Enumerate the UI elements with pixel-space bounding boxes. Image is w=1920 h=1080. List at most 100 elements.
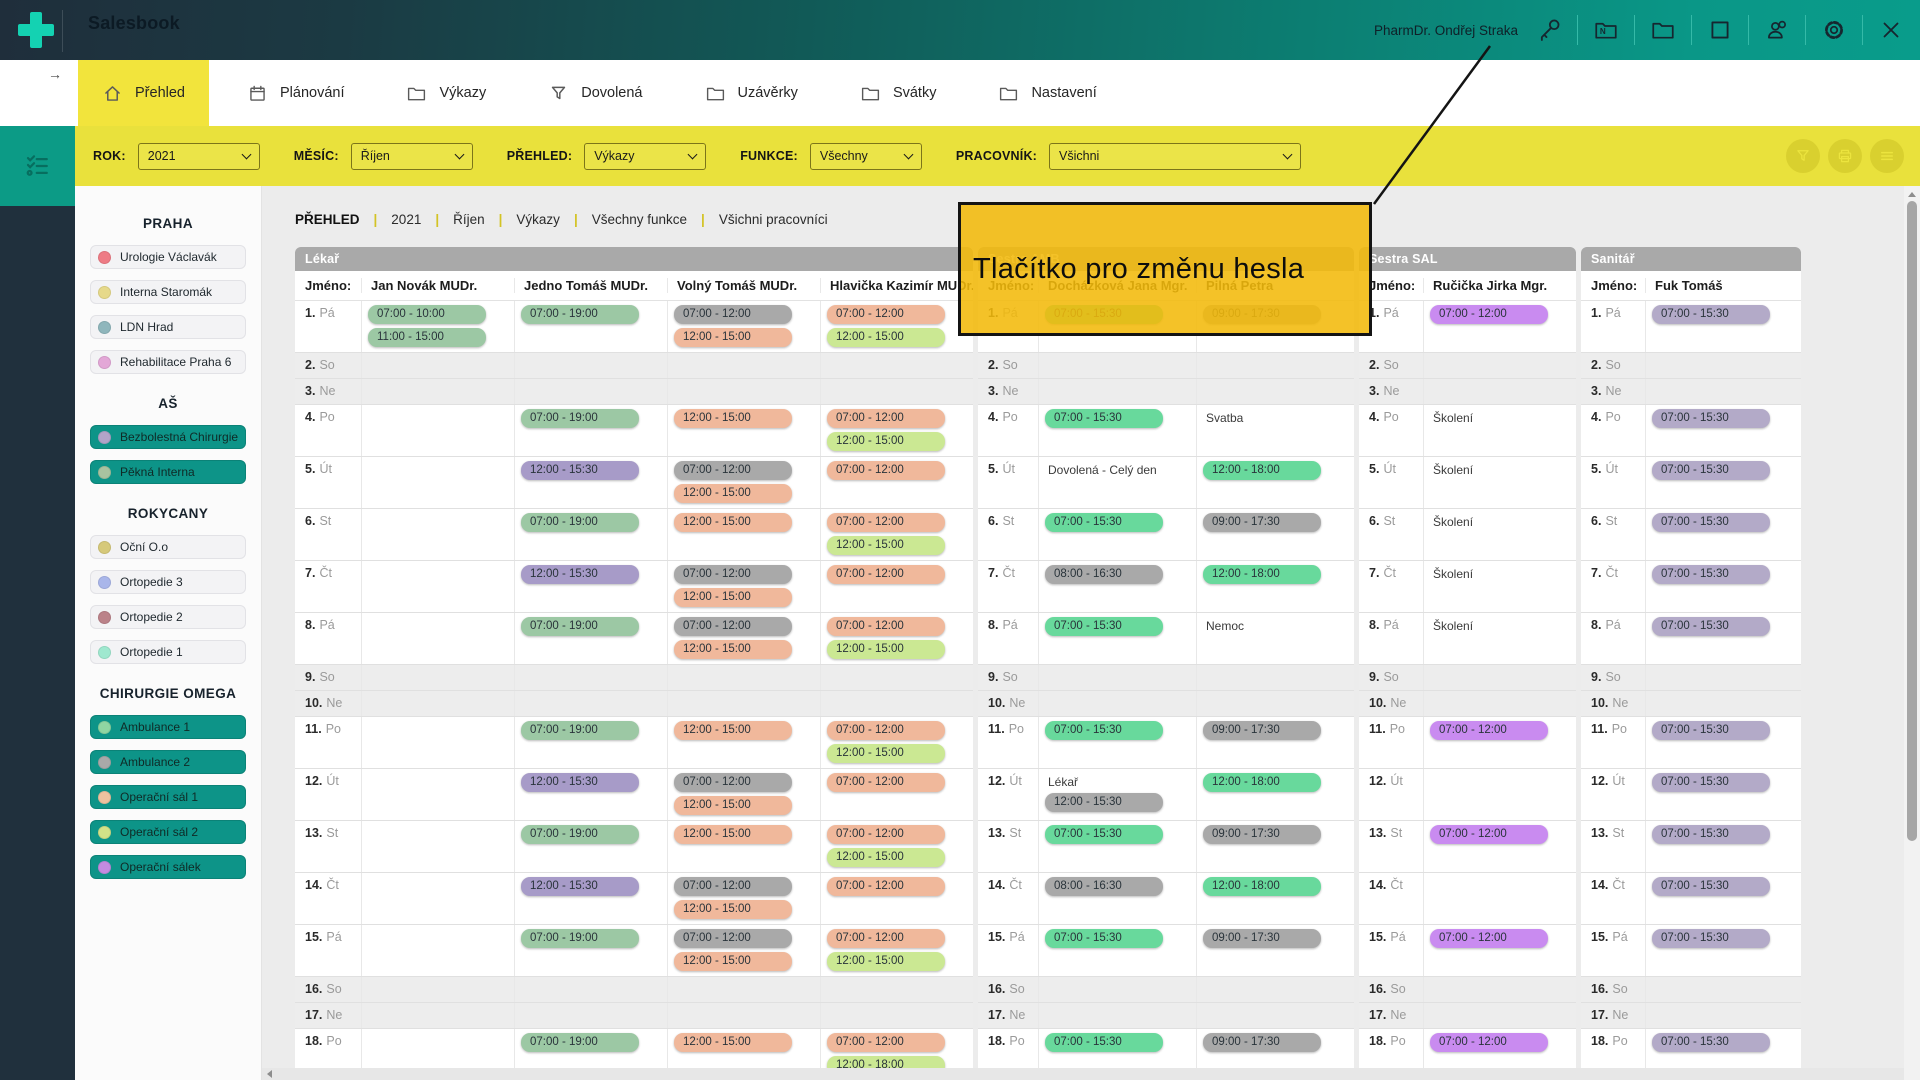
- shift-cell[interactable]: 07:00 - 15:30: [1645, 405, 1801, 456]
- scroll-left-icon[interactable]: [267, 1070, 272, 1078]
- filter-prehled-select[interactable]: Výkazy: [584, 143, 706, 170]
- shift-chip[interactable]: 12:00 - 15:30: [521, 565, 639, 584]
- shift-chip[interactable]: 07:00 - 15:30: [1652, 409, 1770, 428]
- shift-chip[interactable]: 07:00 - 15:30: [1045, 513, 1163, 532]
- shift-chip[interactable]: 12:00 - 18:00: [1203, 461, 1321, 480]
- key-icon[interactable]: [1534, 15, 1564, 45]
- shift-cell[interactable]: 07:00 - 12:0012:00 - 15:00: [667, 925, 820, 976]
- shift-cell[interactable]: [1645, 379, 1801, 404]
- shift-cell[interactable]: [361, 769, 514, 820]
- sidebar-item[interactable]: Ortopedie 2: [90, 605, 246, 629]
- sidebar-item[interactable]: Ambulance 2: [90, 750, 246, 774]
- shift-cell[interactable]: [820, 353, 973, 378]
- shift-chip[interactable]: 12:00 - 15:30: [1045, 793, 1163, 812]
- scroll-up-icon[interactable]: [1908, 192, 1916, 197]
- shift-cell[interactable]: 09:00 - 17:30: [1196, 925, 1354, 976]
- shift-chip[interactable]: 12:00 - 18:00: [1203, 877, 1321, 896]
- shift-cell[interactable]: 07:00 - 15:30: [1645, 769, 1801, 820]
- shift-cell[interactable]: [1423, 379, 1576, 404]
- shift-cell[interactable]: 12:00 - 15:30: [514, 457, 667, 508]
- shift-cell[interactable]: [1645, 691, 1801, 716]
- sidebar-toggle[interactable]: [0, 126, 75, 206]
- shift-chip[interactable]: 07:00 - 12:00: [827, 773, 945, 792]
- shift-cell[interactable]: Nemoc: [1196, 613, 1354, 664]
- shift-chip[interactable]: 09:00 - 17:30: [1203, 825, 1321, 844]
- shift-chip[interactable]: 07:00 - 19:00: [521, 409, 639, 428]
- shift-chip[interactable]: 08:00 - 16:30: [1045, 877, 1163, 896]
- shift-chip[interactable]: 12:00 - 15:00: [827, 536, 945, 555]
- shift-chip[interactable]: 07:00 - 10:00: [368, 305, 486, 324]
- shift-chip[interactable]: 07:00 - 15:30: [1652, 305, 1770, 324]
- breadcrumb-item[interactable]: Všichni pracovníci: [719, 212, 828, 227]
- shift-cell[interactable]: 12:00 - 18:00: [1196, 873, 1354, 924]
- shift-chip[interactable]: 07:00 - 19:00: [521, 513, 639, 532]
- shift-cell[interactable]: [1196, 1003, 1354, 1028]
- shift-cell[interactable]: [1038, 1003, 1196, 1028]
- shift-cell[interactable]: Dovolená - Celý den: [1038, 457, 1196, 508]
- shift-chip[interactable]: 07:00 - 15:30: [1045, 1033, 1163, 1052]
- shift-cell[interactable]: 07:00 - 15:30: [1038, 509, 1196, 560]
- shift-cell[interactable]: 08:00 - 16:30: [1038, 873, 1196, 924]
- sidebar-item[interactable]: Ambulance 1: [90, 715, 246, 739]
- shift-cell[interactable]: [1038, 379, 1196, 404]
- shift-cell[interactable]: [1038, 665, 1196, 690]
- print-button[interactable]: [1828, 139, 1862, 173]
- shift-cell[interactable]: 08:00 - 16:30: [1038, 561, 1196, 612]
- horizontal-scrollbar[interactable]: [262, 1068, 1904, 1080]
- shift-chip[interactable]: 07:00 - 12:00: [674, 305, 792, 324]
- shift-chip[interactable]: 07:00 - 12:00: [827, 461, 945, 480]
- shift-cell[interactable]: [514, 665, 667, 690]
- shift-cell[interactable]: [1196, 691, 1354, 716]
- shift-cell[interactable]: [1423, 769, 1576, 820]
- shift-chip[interactable]: 12:00 - 15:00: [674, 900, 792, 919]
- shift-cell[interactable]: 07:00 - 12:00: [1423, 301, 1576, 352]
- shift-chip[interactable]: 07:00 - 15:30: [1652, 773, 1770, 792]
- close-icon[interactable]: [1876, 15, 1906, 45]
- shift-chip[interactable]: 12:00 - 15:00: [827, 744, 945, 763]
- shift-chip[interactable]: 07:00 - 12:00: [827, 877, 945, 896]
- shift-cell[interactable]: 12:00 - 15:30: [514, 873, 667, 924]
- shift-cell[interactable]: [1645, 665, 1801, 690]
- shift-cell[interactable]: 12:00 - 15:30: [514, 561, 667, 612]
- shift-cell[interactable]: 12:00 - 15:00: [667, 717, 820, 768]
- shift-chip[interactable]: 07:00 - 15:30: [1045, 617, 1163, 636]
- shift-cell[interactable]: [1645, 1003, 1801, 1028]
- shift-cell[interactable]: 12:00 - 15:00: [667, 509, 820, 560]
- shift-chip[interactable]: 07:00 - 19:00: [521, 825, 639, 844]
- shift-cell[interactable]: 07:00 - 15:30: [1038, 405, 1196, 456]
- shift-cell[interactable]: [1196, 977, 1354, 1002]
- shift-chip[interactable]: 07:00 - 19:00: [521, 617, 639, 636]
- shift-cell[interactable]: 07:00 - 12:0012:00 - 15:00: [820, 301, 973, 352]
- shift-cell[interactable]: 07:00 - 12:00: [820, 457, 973, 508]
- shift-cell[interactable]: 09:00 - 17:30: [1196, 717, 1354, 768]
- shift-chip[interactable]: 12:00 - 15:00: [674, 588, 792, 607]
- shift-cell[interactable]: [1196, 379, 1354, 404]
- shift-cell[interactable]: 07:00 - 15:30: [1645, 509, 1801, 560]
- shift-cell[interactable]: 07:00 - 19:00: [514, 509, 667, 560]
- shift-cell[interactable]: Lékař12:00 - 15:30: [1038, 769, 1196, 820]
- shift-chip[interactable]: 12:00 - 15:00: [674, 409, 792, 428]
- shift-cell[interactable]: 07:00 - 15:30: [1038, 717, 1196, 768]
- user-search-icon[interactable]: [1762, 15, 1792, 45]
- shift-cell[interactable]: 07:00 - 12:0012:00 - 15:00: [667, 873, 820, 924]
- shift-chip[interactable]: 09:00 - 17:30: [1203, 929, 1321, 948]
- shift-cell[interactable]: 07:00 - 12:0012:00 - 15:00: [667, 301, 820, 352]
- shift-chip[interactable]: 08:00 - 16:30: [1045, 565, 1163, 584]
- sidebar-item[interactable]: Ortopedie 3: [90, 570, 246, 594]
- shift-chip[interactable]: 07:00 - 15:30: [1045, 721, 1163, 740]
- sidebar-item[interactable]: Pěkná Interna: [90, 460, 246, 484]
- shift-cell[interactable]: [361, 717, 514, 768]
- shift-chip[interactable]: 07:00 - 15:30: [1045, 409, 1163, 428]
- shift-chip[interactable]: 07:00 - 15:30: [1652, 929, 1770, 948]
- shift-chip[interactable]: 12:00 - 15:00: [827, 640, 945, 659]
- shift-chip[interactable]: 07:00 - 15:30: [1652, 721, 1770, 740]
- shift-chip[interactable]: 07:00 - 12:00: [827, 721, 945, 740]
- shift-cell[interactable]: 07:00 - 15:30: [1645, 925, 1801, 976]
- shift-cell[interactable]: [1423, 691, 1576, 716]
- shift-chip[interactable]: 07:00 - 12:00: [1430, 825, 1548, 844]
- shift-cell[interactable]: 07:00 - 15:30: [1645, 821, 1801, 872]
- shift-cell[interactable]: 07:00 - 15:30: [1645, 873, 1801, 924]
- menu-button[interactable]: [1870, 139, 1904, 173]
- shift-chip[interactable]: 07:00 - 19:00: [521, 1033, 639, 1052]
- shift-chip[interactable]: 12:00 - 15:00: [674, 484, 792, 503]
